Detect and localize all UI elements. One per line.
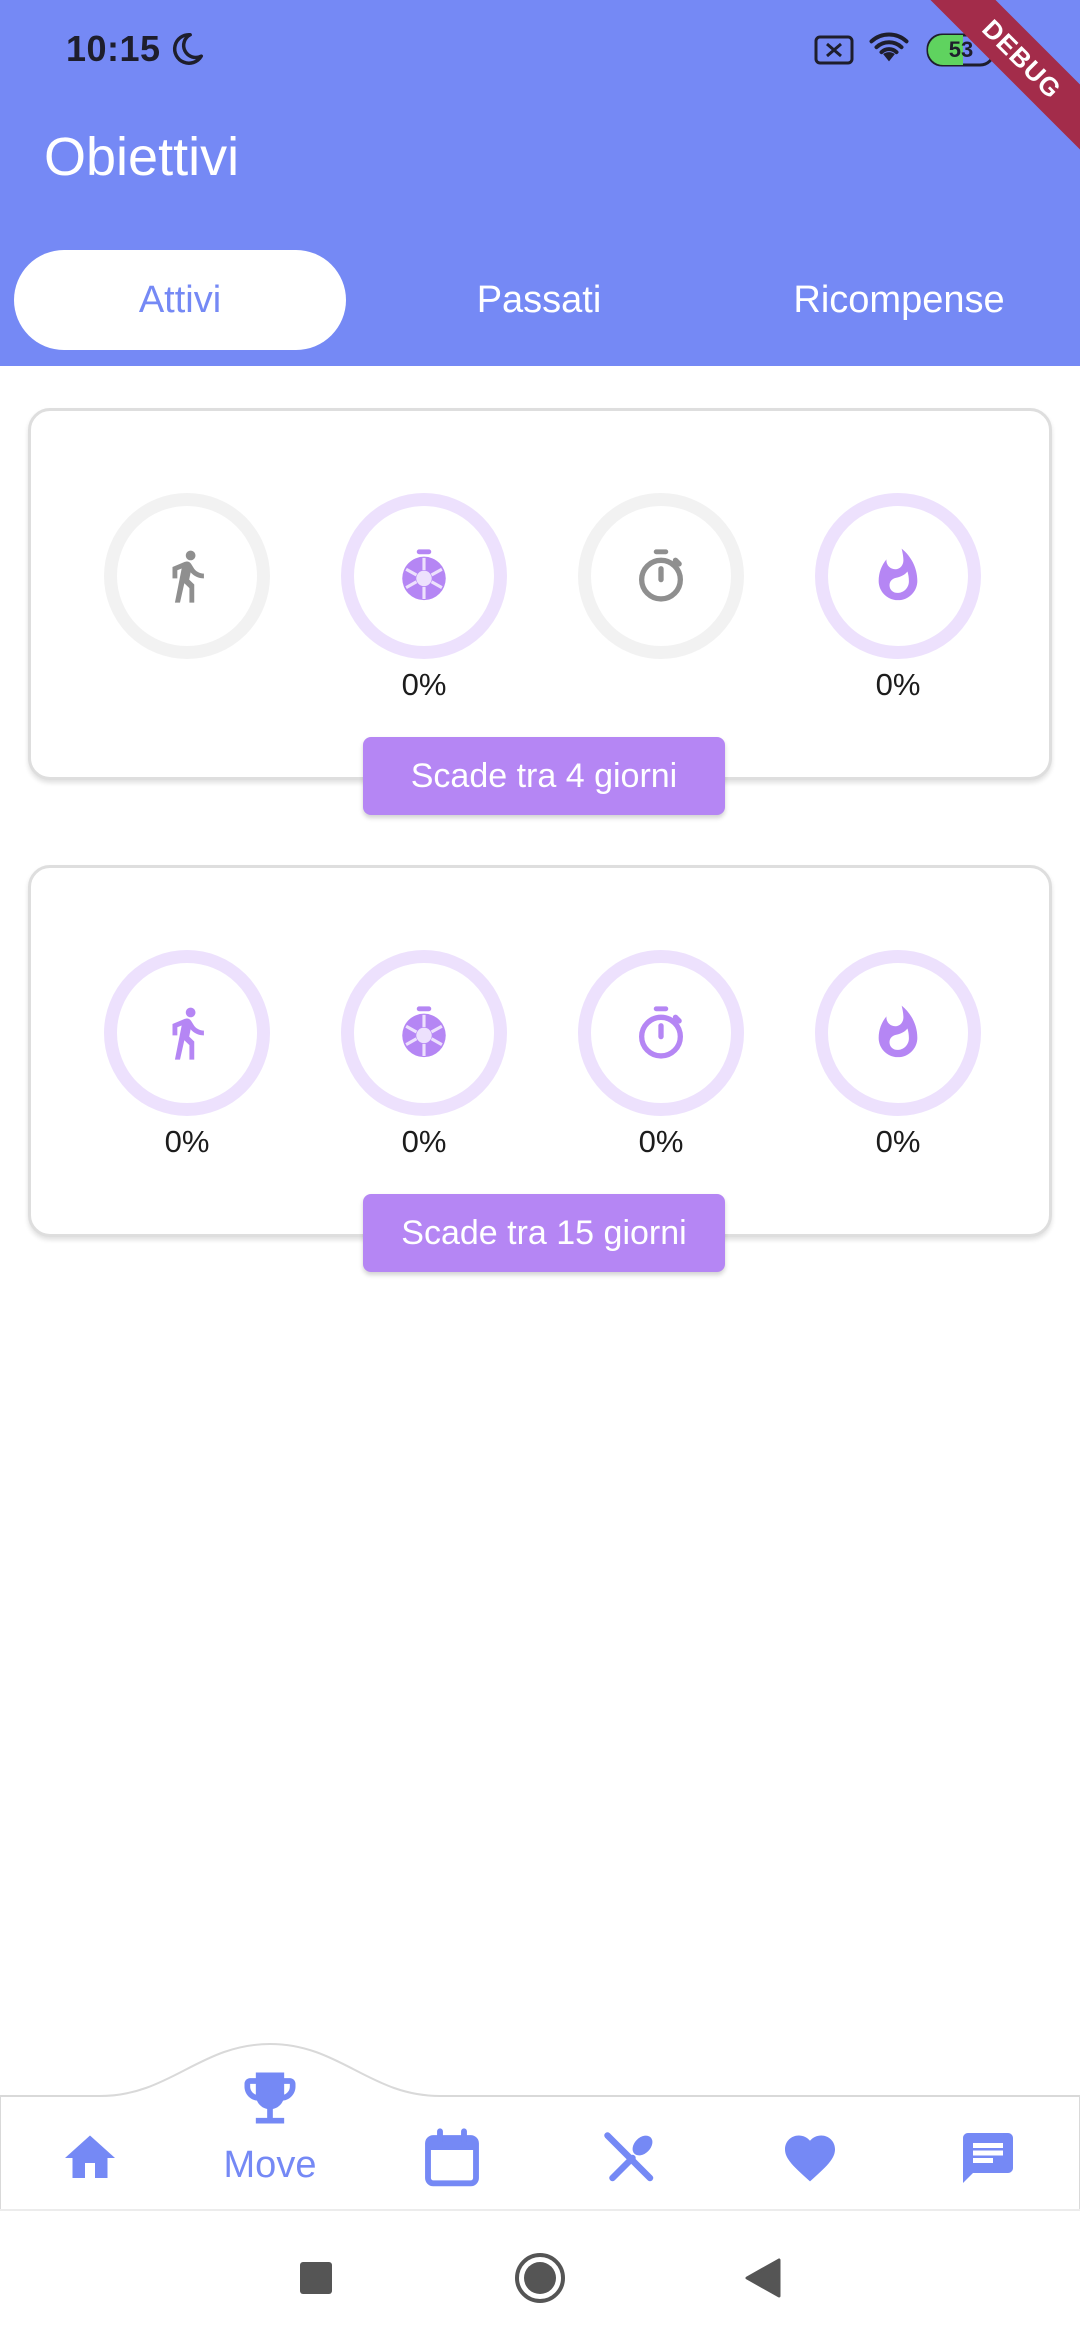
home-icon bbox=[65, 2135, 115, 2178]
progress-ring bbox=[104, 493, 270, 659]
percent-label: 0% bbox=[401, 667, 447, 702]
home-system-button[interactable] bbox=[512, 2250, 568, 2306]
shutter-icon bbox=[402, 1006, 446, 1058]
calendar-icon bbox=[425, 2128, 479, 2187]
utensils-icon bbox=[604, 2132, 654, 2182]
percent-label: 0% bbox=[638, 1124, 684, 1159]
due-date-badge: Scade tra 15 giorni bbox=[363, 1194, 725, 1272]
nav-curve-background bbox=[0, 2042, 1080, 2210]
walk-icon bbox=[172, 1007, 204, 1060]
nav-move[interactable] bbox=[236, 2064, 304, 2132]
percent-label: 0% bbox=[875, 667, 921, 702]
nav-calendar[interactable] bbox=[420, 2126, 484, 2190]
wifi-icon bbox=[869, 32, 909, 62]
tab-ricompense[interactable]: Ricompense bbox=[733, 250, 1065, 350]
flame-icon bbox=[878, 1005, 918, 1058]
percent-label: 0% bbox=[401, 1124, 447, 1159]
nav-health[interactable] bbox=[780, 2128, 840, 2188]
bottom-navigation bbox=[0, 2040, 1080, 2210]
progress-ring bbox=[815, 950, 981, 1116]
duration-metric: 0% bbox=[578, 950, 744, 1159]
goal-card[interactable]: 0% 0% Scade tra 4 giorni bbox=[28, 408, 1052, 815]
percent-label: 0% bbox=[164, 1124, 210, 1159]
nav-nutrition[interactable] bbox=[600, 2128, 660, 2188]
back-triangle-icon bbox=[745, 2258, 781, 2298]
calories-metric: 0% bbox=[815, 950, 981, 1159]
goal-card[interactable]: 0% 0% 0% 0% Scade tra 15 giorni bbox=[28, 865, 1052, 1272]
progress-ring bbox=[341, 950, 507, 1116]
tab-attivi[interactable]: Attivi bbox=[14, 250, 346, 350]
recents-button[interactable] bbox=[288, 2250, 344, 2306]
progress-ring bbox=[815, 493, 981, 659]
due-date-badge: Scade tra 4 giorni bbox=[363, 737, 725, 815]
nav-move-label: Move bbox=[223, 2144, 317, 2186]
calories-metric: 0% bbox=[815, 493, 981, 702]
moon-icon bbox=[172, 33, 203, 65]
progress-ring bbox=[578, 493, 744, 659]
nav-home[interactable] bbox=[60, 2128, 120, 2188]
back-button[interactable] bbox=[734, 2250, 790, 2306]
duration-metric bbox=[578, 493, 744, 659]
flame-icon bbox=[878, 548, 918, 601]
app-header: 10:15 53 DEBUG Obiettivi Attivi Passati … bbox=[0, 0, 1080, 366]
timer-icon bbox=[639, 549, 683, 602]
timer-icon bbox=[639, 1006, 683, 1059]
chat-icon bbox=[963, 2133, 1013, 2183]
activity-metric: 0% bbox=[341, 493, 507, 702]
status-bar: 10:15 53 bbox=[0, 0, 1080, 100]
no-sim-icon bbox=[814, 35, 854, 65]
heart-icon bbox=[785, 2135, 835, 2182]
divider bbox=[0, 2209, 1080, 2211]
square-icon bbox=[300, 2262, 332, 2294]
shutter-icon bbox=[402, 549, 446, 601]
progress-ring bbox=[104, 950, 270, 1116]
system-navigation-bar bbox=[0, 2212, 1080, 2340]
status-time: 10:15 bbox=[66, 28, 161, 69]
percent-label: 0% bbox=[875, 1124, 921, 1159]
goal-tabs: Attivi Passati Ricompense bbox=[0, 250, 1080, 350]
progress-ring bbox=[578, 950, 744, 1116]
steps-metric bbox=[104, 493, 270, 659]
page-title: Obiettivi bbox=[44, 127, 240, 187]
progress-ring bbox=[341, 493, 507, 659]
circle-icon bbox=[515, 2253, 565, 2303]
tab-passati[interactable]: Passati bbox=[373, 250, 705, 350]
trophy-icon bbox=[244, 2072, 296, 2124]
walk-icon bbox=[172, 550, 204, 603]
steps-metric: 0% bbox=[104, 950, 270, 1159]
nav-chat[interactable] bbox=[958, 2128, 1018, 2188]
activity-metric: 0% bbox=[341, 950, 507, 1159]
